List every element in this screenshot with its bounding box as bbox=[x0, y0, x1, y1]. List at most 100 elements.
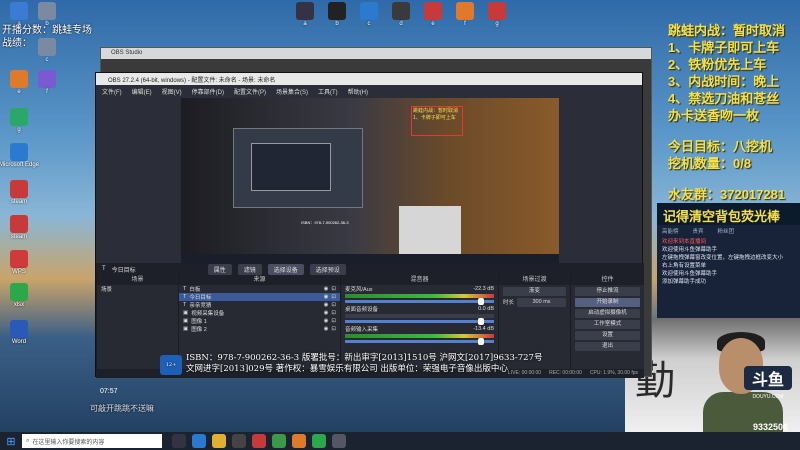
desktop-icon[interactable]: a bbox=[290, 2, 320, 27]
control-button[interactable]: 退出 bbox=[575, 342, 640, 351]
lock-icon[interactable]: ⊡ bbox=[331, 326, 336, 332]
visibility-eye-icon[interactable]: ◉ bbox=[324, 310, 329, 316]
chat-tab[interactable]: 高能榜 bbox=[662, 228, 679, 236]
control-button[interactable]: 开始录制 bbox=[575, 298, 640, 307]
obs-menu-item[interactable]: 场景集合(S) bbox=[276, 87, 308, 96]
obs-menu-item[interactable]: 文件(F) bbox=[102, 87, 122, 96]
desktop-icon[interactable]: b bbox=[322, 2, 352, 27]
scene-item[interactable]: 场景 bbox=[97, 285, 178, 293]
source-item[interactable]: ▣ 视频采集设备 ◉ ⊡ bbox=[179, 309, 340, 317]
control-button[interactable]: 停止推流 bbox=[575, 287, 640, 296]
douyu-icon[interactable] bbox=[292, 434, 306, 448]
transition-select[interactable]: 渐变 bbox=[503, 287, 566, 296]
task-view-icon[interactable] bbox=[172, 434, 186, 448]
app-icon[interactable] bbox=[332, 434, 346, 448]
lock-icon[interactable]: ⊡ bbox=[331, 302, 336, 308]
desktop-icon-label: f bbox=[464, 21, 466, 27]
volume-slider[interactable] bbox=[345, 338, 494, 345]
volume-slider[interactable] bbox=[345, 318, 494, 325]
desktop-icon[interactable]: xlsx bbox=[4, 283, 34, 308]
isbn-banner: 12+ ISBN：978-7-900262-36-3 版署批号：新出审字[201… bbox=[160, 353, 606, 375]
desktop-icon[interactable]: f bbox=[32, 70, 62, 95]
desktop-icon[interactable]: c bbox=[354, 2, 384, 27]
source-item[interactable]: T 今日目标 ◉ ⊡ bbox=[179, 293, 340, 301]
rules-line: 跳蛙内战：暂时取消 bbox=[668, 23, 786, 38]
desktop-icon[interactable]: f bbox=[450, 2, 480, 27]
source-label: 图像 2 bbox=[191, 327, 207, 333]
desktop-icon-label: xlsx bbox=[13, 302, 25, 308]
desktop-icon[interactable]: e bbox=[418, 2, 448, 27]
image-source-icon: ▣ bbox=[183, 310, 189, 316]
source-item[interactable]: T 白板 ◉ ⊡ bbox=[179, 285, 340, 293]
volume-slider[interactable] bbox=[345, 298, 494, 305]
desktop-icon-label: c bbox=[45, 57, 49, 63]
desktop-icon[interactable]: steam bbox=[4, 215, 34, 240]
source-label: 白板 bbox=[189, 287, 201, 293]
desktop-icon-label: steam bbox=[10, 199, 28, 205]
obs-menu-item[interactable]: 停靠部件(D) bbox=[192, 87, 224, 96]
visibility-eye-icon[interactable]: ◉ bbox=[324, 302, 329, 308]
source-item[interactable]: ▣ 图像 1 ◉ ⊡ bbox=[179, 317, 340, 325]
wechat-icon[interactable] bbox=[312, 434, 326, 448]
select-device-button[interactable]: 选择设备 bbox=[267, 263, 304, 275]
lock-icon[interactable]: ⊡ bbox=[331, 310, 336, 316]
app-icon bbox=[456, 2, 474, 20]
netease-icon[interactable] bbox=[252, 434, 266, 448]
desktop-icon[interactable]: steam bbox=[4, 180, 34, 205]
chat-line: 右上角有设置菜单 bbox=[662, 263, 707, 269]
preview-isbn: ISBN：978-7-900262-36-3 bbox=[301, 220, 349, 225]
visibility-eye-icon[interactable]: ◉ bbox=[324, 326, 329, 332]
filters-button[interactable]: 滤镜 bbox=[237, 263, 262, 275]
taskbar-search-box[interactable]: ⌕ 在这里输入你要搜索的内容 bbox=[22, 434, 162, 448]
properties-button[interactable]: 属性 bbox=[207, 263, 232, 275]
overlay-line: 开播分数：跳蛙专场 bbox=[2, 25, 92, 36]
douyu-watermark: 斗鱼 DOUYU.COM bbox=[744, 366, 792, 400]
obs-menu-item[interactable]: 配置文件(P) bbox=[234, 87, 266, 96]
obs-menu-item[interactable]: 帮助(H) bbox=[348, 87, 368, 96]
app-icon bbox=[424, 2, 442, 20]
desktop-icon[interactable]: e bbox=[4, 70, 34, 95]
control-button[interactable]: 启动虚拟摄像机 bbox=[575, 309, 640, 318]
rules-line: 4、禁选刀油和苍丝 bbox=[668, 91, 780, 106]
lock-icon[interactable]: ⊡ bbox=[331, 294, 336, 300]
source-label: 图像 1 bbox=[191, 319, 207, 325]
explorer-icon[interactable] bbox=[212, 434, 226, 448]
windows-start-icon[interactable]: ⊞ bbox=[0, 432, 22, 450]
desktop-icon[interactable]: g bbox=[482, 2, 512, 27]
visibility-eye-icon[interactable]: ◉ bbox=[324, 318, 329, 324]
visibility-eye-icon[interactable]: ◉ bbox=[324, 294, 329, 300]
obs-menu-item[interactable]: 工具(T) bbox=[318, 87, 338, 96]
sources-header: 来源 bbox=[179, 275, 340, 285]
desktop-icon[interactable]: Word bbox=[4, 320, 34, 345]
lock-icon[interactable]: ⊡ bbox=[331, 318, 336, 324]
obs-icon[interactable] bbox=[232, 434, 246, 448]
controls-header: 控件 bbox=[571, 275, 644, 285]
obs-preview[interactable]: 跳蛙内战：暂时取消 1、卡牌子即可上车 ISBN：978-7-900262-36… bbox=[181, 98, 559, 264]
desktop-icon[interactable]: WPS bbox=[4, 250, 34, 275]
chat-tab[interactable]: 贵宾 bbox=[693, 228, 704, 236]
obs-menu-item[interactable]: 视图(V) bbox=[162, 87, 182, 96]
mixer-channel-name: 麦克风/Aux bbox=[345, 287, 373, 293]
desktop-icon-label: WPS bbox=[12, 269, 26, 275]
chrome-icon[interactable] bbox=[272, 434, 286, 448]
rules-line: 今日目标：八挖机 bbox=[668, 139, 773, 154]
app-icon bbox=[296, 2, 314, 20]
mixer-channel-db: -13.4 dB bbox=[473, 326, 494, 332]
control-button[interactable]: 工作室模式 bbox=[575, 320, 640, 329]
desktop-icon[interactable]: d bbox=[386, 2, 416, 27]
source-item[interactable]: ▣ 图像 2 ◉ ⊡ bbox=[179, 325, 340, 333]
timecode: 07:57 bbox=[100, 388, 118, 395]
obs-menu-item[interactable]: 编辑(E) bbox=[132, 87, 152, 96]
chat-tab[interactable]: 粉丝团 bbox=[718, 228, 735, 236]
obs-window[interactable]: OBS 27.2.4 (64-bit, windows) - 配置文件: 未命名… bbox=[95, 72, 644, 378]
source-item[interactable]: T 亲亲竞猜 ◉ ⊡ bbox=[179, 301, 340, 309]
visibility-eye-icon[interactable]: ◉ bbox=[324, 286, 329, 292]
duration-input[interactable]: 300 ms bbox=[517, 297, 566, 307]
select-preset-button[interactable]: 选择预设 bbox=[309, 263, 346, 275]
top-left-overlay: 开播分数：跳蛙专场 战绩： bbox=[2, 24, 92, 50]
control-button[interactable]: 设置 bbox=[575, 331, 640, 340]
desktop-icon[interactable]: g bbox=[4, 108, 34, 133]
edge-icon[interactable] bbox=[192, 434, 206, 448]
lock-icon[interactable]: ⊡ bbox=[331, 286, 336, 292]
desktop-icon[interactable]: Microsoft Edge bbox=[0, 143, 39, 168]
